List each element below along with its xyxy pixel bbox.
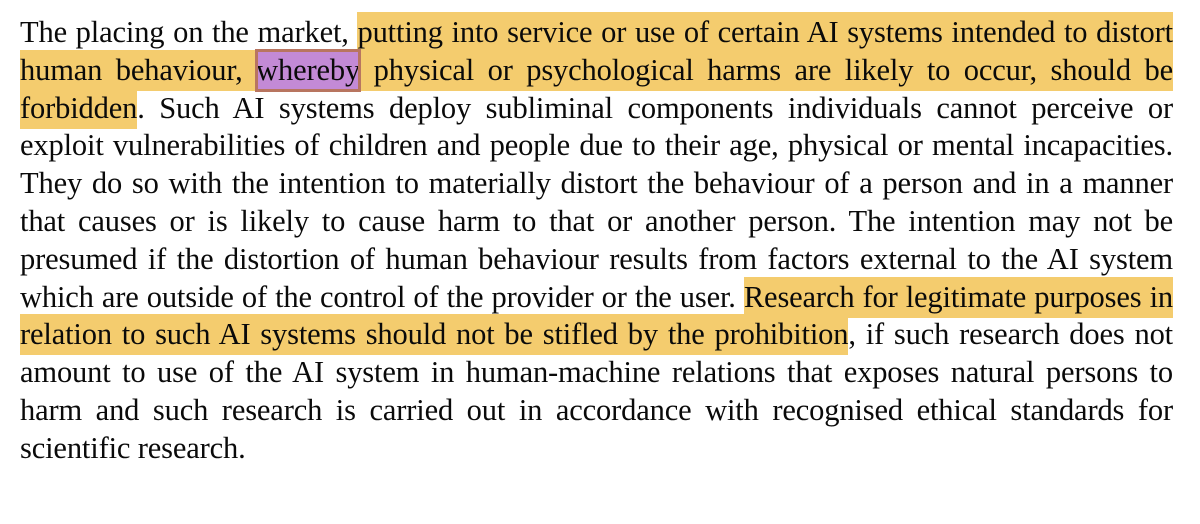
document-page: The placing on the market, putting into … [20,12,1173,468]
body-paragraph: The placing on the market, putting into … [20,12,1173,468]
text-segment: The placing on the market, [20,15,358,49]
highlight-purple-segment[interactable]: whereby [255,48,362,92]
